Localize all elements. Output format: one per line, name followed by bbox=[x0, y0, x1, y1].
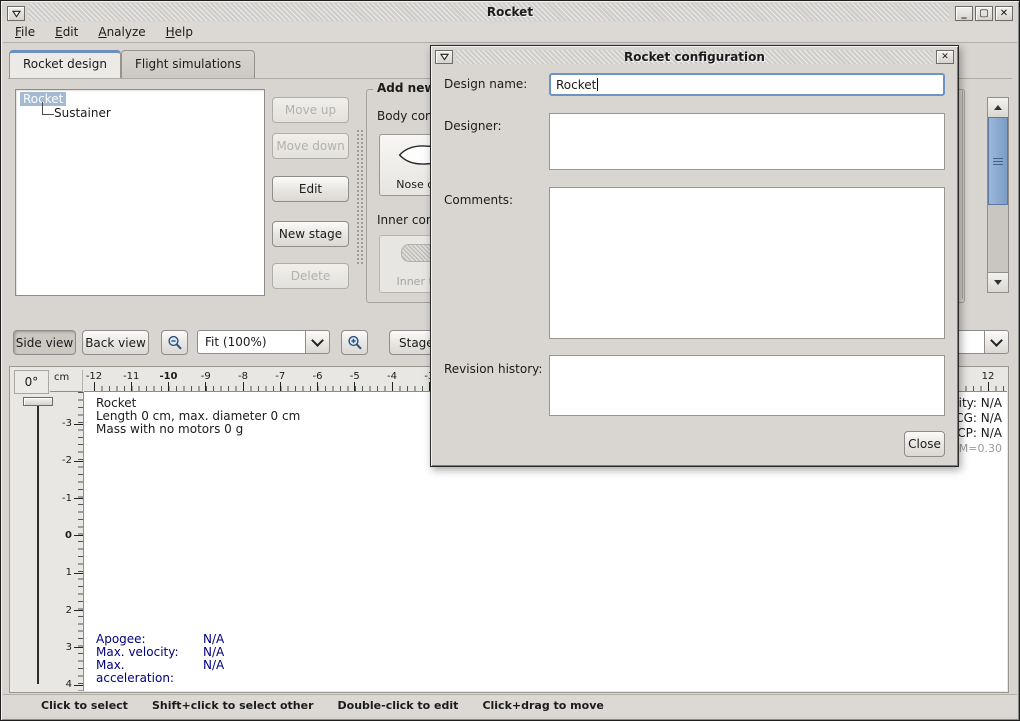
text-caret bbox=[597, 78, 598, 91]
minimize-button[interactable]: _ bbox=[955, 6, 973, 21]
zoom-level-combo[interactable]: Fit (100%) bbox=[197, 330, 330, 354]
designer-label: Designer: bbox=[444, 119, 502, 133]
rocket-info-text: Rocket Length 0 cm, max. diameter 0 cm M… bbox=[96, 397, 300, 436]
zoom-out-button[interactable] bbox=[161, 330, 188, 355]
vertical-ruler: -3-2-101234 bbox=[50, 392, 84, 691]
hint-shift-click: Shift+click to select other bbox=[152, 699, 314, 712]
hint-click-select: Click to select bbox=[41, 699, 128, 712]
comments-label: Comments: bbox=[444, 193, 513, 207]
revision-history-textarea[interactable] bbox=[549, 355, 945, 416]
component-panel-edge bbox=[962, 91, 963, 299]
menu-file[interactable]: File bbox=[15, 25, 35, 39]
dialog-titlebar[interactable]: Rocket configuration ✕ bbox=[434, 49, 955, 65]
back-view-button[interactable]: Back view bbox=[82, 330, 149, 355]
zoom-in-icon bbox=[347, 335, 363, 351]
chevron-down-icon bbox=[990, 334, 1003, 347]
arrow-down-icon bbox=[994, 280, 1002, 285]
component-panel-scrollbar[interactable] bbox=[987, 97, 1009, 293]
side-view-button[interactable]: Side view bbox=[13, 330, 76, 355]
info-line: Mass with no motors 0 g bbox=[96, 423, 300, 436]
comments-textarea[interactable] bbox=[549, 187, 945, 339]
dialog-close-action-button[interactable]: Close bbox=[904, 431, 945, 457]
scrollbar-thumb[interactable] bbox=[988, 117, 1008, 205]
tree-elbow-icon bbox=[42, 102, 54, 115]
menu-edit[interactable]: Edit bbox=[55, 25, 78, 39]
move-up-button[interactable]: Move up bbox=[272, 97, 349, 123]
configuration-combo-dropdown-button[interactable] bbox=[984, 330, 1009, 354]
maximize-button[interactable]: ▢ bbox=[975, 6, 993, 21]
chevron-down-icon bbox=[311, 334, 324, 347]
thumb-grip-icon bbox=[993, 158, 1003, 165]
zoom-in-button[interactable] bbox=[341, 330, 368, 355]
rocket-configuration-dialog: Rocket configuration ✕ Design name: Rock… bbox=[430, 45, 959, 467]
design-name-input[interactable]: Rocket bbox=[549, 73, 945, 96]
window-title: Rocket bbox=[3, 3, 1017, 21]
zoom-out-icon bbox=[167, 335, 183, 351]
design-name-label: Design name: bbox=[444, 77, 527, 91]
tree-item-rocket[interactable]: Rocket bbox=[20, 92, 260, 106]
tab-strip: Rocket designFlight simulations bbox=[9, 50, 255, 79]
scroll-down-button[interactable] bbox=[988, 272, 1008, 292]
design-name-value: Rocket bbox=[556, 78, 596, 92]
zoom-combo-dropdown-button[interactable] bbox=[305, 330, 330, 354]
status-bar: Click to select Shift+click to select ot… bbox=[3, 694, 1017, 716]
hint-double-click: Double-click to edit bbox=[338, 699, 459, 712]
tab-flight-simulations[interactable]: Flight simulations bbox=[121, 50, 255, 78]
splitter-handle[interactable] bbox=[356, 129, 363, 264]
component-tree[interactable]: Rocket Sustainer bbox=[15, 89, 265, 296]
dialog-close-button[interactable]: ✕ bbox=[936, 50, 954, 64]
tree-item-sustainer[interactable]: Sustainer bbox=[42, 106, 260, 120]
rotation-angle-label: 0° bbox=[14, 370, 49, 394]
flight-stat-row: Max. acceleration: N/A bbox=[96, 659, 224, 685]
menu-analyze[interactable]: Analyze bbox=[98, 25, 145, 39]
main-window: Rocket _ ▢ ✕ File Edit Analyze Help Rock… bbox=[0, 0, 1020, 721]
menu-bar: File Edit Analyze Help bbox=[3, 22, 1017, 43]
hint-click-drag: Click+drag to move bbox=[482, 699, 603, 712]
flight-stats-text: Apogee: N/A Max. velocity: N/A Max. acce… bbox=[96, 633, 224, 685]
window-titlebar: Rocket _ ▢ ✕ bbox=[3, 3, 1017, 21]
edit-button[interactable]: Edit bbox=[272, 176, 349, 202]
dialog-title: Rocket configuration bbox=[434, 49, 955, 65]
rotation-slider-handle[interactable] bbox=[23, 397, 53, 406]
max-acceleration-value: N/A bbox=[203, 659, 224, 685]
scroll-up-button[interactable] bbox=[988, 98, 1008, 118]
close-button[interactable]: ✕ bbox=[995, 6, 1013, 21]
delete-button[interactable]: Delete bbox=[272, 263, 349, 289]
arrow-up-icon bbox=[994, 105, 1002, 110]
zoom-level-value[interactable]: Fit (100%) bbox=[197, 330, 305, 354]
designer-textarea[interactable] bbox=[549, 113, 945, 170]
max-acceleration-label: Max. acceleration: bbox=[96, 659, 203, 685]
move-down-button[interactable]: Move down bbox=[272, 133, 349, 159]
tree-item-sustainer-label[interactable]: Sustainer bbox=[54, 106, 111, 120]
revision-history-label: Revision history: bbox=[444, 362, 542, 376]
ruler-unit-label: cm bbox=[50, 370, 83, 392]
menu-help[interactable]: Help bbox=[166, 25, 193, 39]
rotation-slider-track[interactable] bbox=[37, 399, 39, 684]
tab-rocket-design[interactable]: Rocket design bbox=[9, 50, 121, 78]
new-stage-button[interactable]: New stage bbox=[272, 221, 349, 247]
